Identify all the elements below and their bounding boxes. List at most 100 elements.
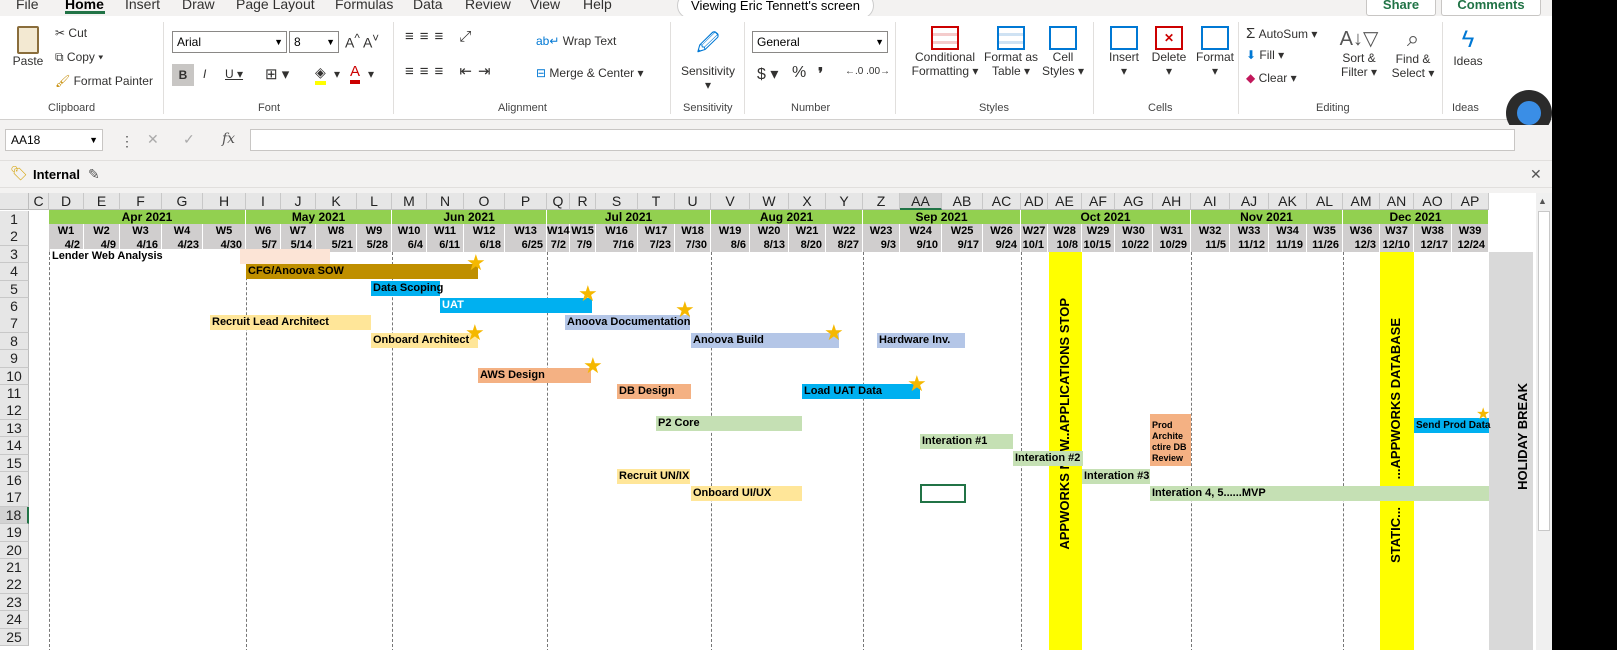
- name-box[interactable]: AA18 ▼: [5, 129, 103, 151]
- task-aws-design[interactable]: AWS Design: [478, 368, 591, 383]
- column-header[interactable]: AH: [1153, 193, 1191, 210]
- column-header[interactable]: AG: [1115, 193, 1153, 210]
- row-header[interactable]: 10: [0, 367, 29, 386]
- row-header[interactable]: 18: [0, 506, 29, 525]
- row-header[interactable]: 24: [0, 611, 29, 629]
- row-header[interactable]: 21: [0, 559, 29, 577]
- row-header[interactable]: 19: [0, 524, 29, 542]
- share-button[interactable]: Share: [1366, 0, 1436, 16]
- insert-cells-button[interactable]: Insert ▾: [1102, 26, 1146, 78]
- align-top-icon[interactable]: ≡≡≡ ⤢: [405, 28, 477, 45]
- row-header[interactable]: 12: [0, 402, 29, 420]
- copy-button[interactable]: ⧉ Copy ▾: [55, 50, 103, 65]
- column-header[interactable]: AM: [1343, 193, 1380, 210]
- row-header[interactable]: 14: [0, 437, 29, 455]
- task-recruit-ui-ux[interactable]: Recruit UN/IX: [617, 469, 690, 484]
- row-header[interactable]: 5: [0, 280, 29, 299]
- font-size-select[interactable]: 8 ▼: [289, 31, 339, 53]
- font-color-icon[interactable]: A: [350, 63, 361, 84]
- column-header[interactable]: L: [357, 193, 392, 210]
- row-header[interactable]: 17: [0, 489, 29, 507]
- menu-review[interactable]: Review: [465, 0, 511, 12]
- cut-button[interactable]: ✂ Cut: [55, 26, 87, 40]
- column-header[interactable]: AD: [1021, 193, 1048, 210]
- enter-icon[interactable]: ✓: [183, 131, 195, 148]
- vertical-scrollbar[interactable]: ▲: [1536, 193, 1552, 650]
- format-as-table-button[interactable]: Format as Table ▾: [980, 26, 1042, 78]
- worksheet-grid[interactable]: C D E F G H I J K L M N O P Q R S T U V W X Y Z AA AB AC AD AE AF AG AH…: [0, 193, 1552, 650]
- column-header[interactable]: F: [120, 193, 162, 210]
- ideas-button[interactable]: ϟ Ideas: [1448, 26, 1488, 68]
- task-anoova-documentation[interactable]: Anoova Documentation: [565, 315, 690, 330]
- menu-help[interactable]: Help: [583, 0, 612, 12]
- comma-icon[interactable]: ❜: [818, 64, 823, 84]
- column-header[interactable]: AN: [1380, 193, 1414, 210]
- column-header[interactable]: Q: [547, 193, 570, 210]
- row-header[interactable]: 11: [0, 385, 29, 403]
- wrap-text-button[interactable]: ab↵ Wrap Text: [536, 34, 616, 48]
- row-header[interactable]: 15: [0, 454, 29, 473]
- column-header[interactable]: AC: [983, 193, 1021, 210]
- menu-formulas[interactable]: Formulas: [335, 0, 393, 12]
- column-header[interactable]: P: [505, 193, 547, 210]
- column-header[interactable]: W: [750, 193, 789, 210]
- column-header[interactable]: AK: [1269, 193, 1307, 210]
- row-header[interactable]: 16: [0, 472, 29, 490]
- scroll-up-icon[interactable]: ▲: [1538, 196, 1547, 206]
- task-uat[interactable]: UAT: [440, 298, 592, 313]
- task-recruit-lead-architect[interactable]: Recruit Lead Architect: [210, 315, 371, 330]
- row-header[interactable]: 23: [0, 593, 29, 612]
- chevron-down-icon[interactable]: ▾: [334, 67, 340, 81]
- paste-button[interactable]: Paste: [10, 26, 46, 68]
- task-anoova-build[interactable]: Anoova Build: [691, 333, 839, 348]
- column-header[interactable]: E: [84, 193, 120, 210]
- grow-font-icon[interactable]: A^ A˅: [345, 32, 379, 51]
- column-header[interactable]: S: [596, 193, 638, 210]
- column-header[interactable]: AO: [1414, 193, 1452, 210]
- task-onboard-ui-ux[interactable]: Onboard UI/UX: [691, 486, 802, 501]
- task-lender-web-analysis[interactable]: Lender Web Analysis: [50, 249, 330, 264]
- column-header[interactable]: AF: [1082, 193, 1115, 210]
- menu-data[interactable]: Data: [413, 0, 443, 12]
- menu-file[interactable]: File: [16, 0, 39, 12]
- cancel-icon[interactable]: ✕: [147, 131, 159, 148]
- column-header[interactable]: U: [675, 193, 711, 210]
- bold-button[interactable]: B: [172, 64, 194, 86]
- row-header[interactable]: 1: [0, 211, 29, 229]
- format-painter-button[interactable]: 🖌 Format Painter: [55, 74, 153, 88]
- currency-icon[interactable]: $ ▾: [757, 64, 778, 84]
- column-header[interactable]: M: [392, 193, 427, 210]
- chevron-down-icon[interactable]: ▾: [368, 67, 374, 81]
- column-header[interactable]: X: [789, 193, 826, 210]
- column-header[interactable]: C: [29, 193, 49, 210]
- task-iteration-4-5-mvp[interactable]: Interation 4, 5......MVP: [1150, 486, 1489, 501]
- column-header[interactable]: AA: [900, 193, 942, 210]
- underline-button[interactable]: U ▾: [225, 67, 243, 81]
- scrollbar-thumb[interactable]: [1538, 211, 1550, 531]
- sort-filter-button[interactable]: A↓▽ Sort & Filter ▾: [1334, 26, 1384, 79]
- decimal-icon[interactable]: ←.0 .00→: [845, 66, 890, 77]
- task-iteration-1[interactable]: Interation #1: [920, 434, 1013, 449]
- menu-page-layout[interactable]: Page Layout: [236, 0, 315, 12]
- row-header[interactable]: 6: [0, 298, 29, 316]
- select-all-corner[interactable]: [0, 193, 29, 210]
- clear-button[interactable]: ◆ Clear ▾: [1246, 71, 1297, 85]
- column-header[interactable]: AB: [942, 193, 983, 210]
- active-cell[interactable]: [920, 484, 966, 503]
- row-header[interactable]: 3: [0, 245, 29, 264]
- column-header[interactable]: AI: [1191, 193, 1230, 210]
- task-iteration-3[interactable]: Interation #3: [1082, 469, 1150, 484]
- task-load-uat-data[interactable]: Load UAT Data: [802, 384, 920, 399]
- row-header[interactable]: 7: [0, 315, 29, 333]
- column-header[interactable]: V: [711, 193, 750, 210]
- row-header[interactable]: 22: [0, 576, 29, 594]
- number-format-select[interactable]: General ▼: [752, 31, 888, 53]
- column-header[interactable]: N: [427, 193, 464, 210]
- task-data-scoping[interactable]: Data Scoping: [371, 281, 443, 296]
- comments-button[interactable]: Comments: [1441, 0, 1541, 16]
- column-header[interactable]: AJ: [1230, 193, 1269, 210]
- menu-draw[interactable]: Draw: [182, 0, 215, 12]
- font-name-select[interactable]: Arial ▼: [172, 31, 287, 53]
- menu-view[interactable]: View: [530, 0, 560, 12]
- italic-button[interactable]: I: [203, 67, 206, 81]
